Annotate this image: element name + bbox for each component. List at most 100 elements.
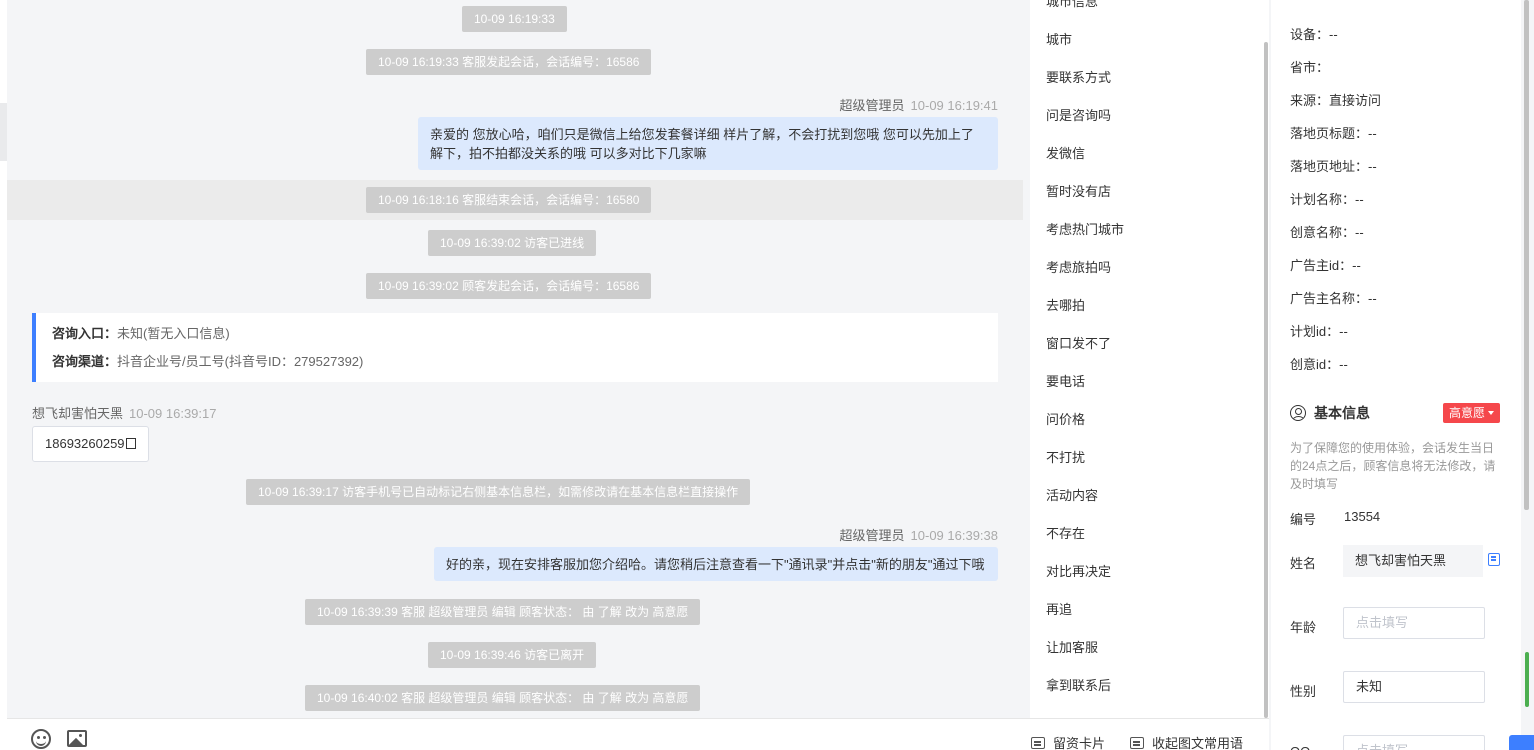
age-input[interactable]: 点击填写 <box>1343 607 1485 639</box>
advertiser-name-info: 广告主名称：-- <box>1290 291 1377 306</box>
phrase-item[interactable]: 窗口发不了 <box>1046 333 1111 352</box>
system-message: 10-09 16:39:02 访客已进线 <box>428 230 597 256</box>
message-time: 10-09 16:39:38 <box>910 528 998 543</box>
panel-scroll-indicator <box>1525 652 1529 707</box>
agent-message-bubble[interactable]: 好的亲，现在安排客服加您介绍哈。请您稍后注意查看一下"通讯录"并点击"新的朋友"… <box>434 547 998 581</box>
landing-url-info: 落地页地址：-- <box>1290 159 1377 174</box>
phrase-item[interactable]: 发微信 <box>1046 143 1085 162</box>
list-icon <box>1130 737 1144 749</box>
device-info: 设备：-- <box>1290 27 1338 42</box>
consult-entry-value: 未知(暂无入口信息) <box>117 326 230 341</box>
phone-number-message[interactable]: 18693260259 <box>32 426 149 462</box>
phrase-item[interactable]: 去哪拍 <box>1046 295 1085 314</box>
age-label: 年龄 <box>1290 620 1317 635</box>
creative-id-info: 创意id：-- <box>1290 357 1348 372</box>
system-message: 10-09 16:39:17 访客手机号已自动标记右侧基本信息栏，如需修改请在基… <box>246 479 751 505</box>
floating-action-button[interactable] <box>1509 735 1534 750</box>
province-info: 省市： <box>1290 60 1330 75</box>
system-timestamp: 10-09 16:19:33 <box>462 6 567 32</box>
system-message: 10-09 16:39:02 顾客发起会话，会话编号：16586 <box>366 273 652 299</box>
basic-info-title: 基本信息 <box>1290 403 1370 423</box>
plan-id-info: 计划id：-- <box>1290 324 1348 339</box>
phrase-item[interactable]: 要联系方式 <box>1046 67 1111 86</box>
creative-name-info: 创意名称：-- <box>1290 225 1364 240</box>
copy-icon[interactable] <box>1488 553 1500 566</box>
system-message: 10-09 16:39:39 客服 超级管理员 编辑 顾客状态： 由 了解 改为… <box>305 599 701 625</box>
chat-workspace: 10-09 16:19:33 10-09 16:19:33 客服发起会话，会话编… <box>0 0 1534 750</box>
landing-title-info: 落地页标题：-- <box>1290 126 1377 141</box>
source-info: 来源：直接访问 <box>1290 93 1382 108</box>
consult-entry-line: 咨询入口：未知(暂无入口信息) <box>52 323 982 351</box>
quick-phrase-list: 城市信息 城市 要联系方式 问是咨询吗 发微信 暂时没有店 考虑热门城市 考虑旅… <box>1030 0 1269 718</box>
phrase-item[interactable]: 不存在 <box>1046 523 1085 542</box>
chat-message-area[interactable]: 10-09 16:19:33 10-09 16:19:33 客服发起会话，会话编… <box>7 0 1023 718</box>
message-line: 解下，拍不拍都没关系的哦 可以多对比下几家嘛 <box>430 146 707 161</box>
phone-number: 18693260259 <box>45 436 125 451</box>
lead-card-button[interactable]: 留资卡片 <box>1031 733 1105 750</box>
message-line: 亲爱的 您放心哈，咱们只是微信上给您发套餐详细 样片了解，不会打扰到您哦 您可以… <box>430 127 974 142</box>
id-label: 编号 <box>1290 512 1317 527</box>
phrase-item[interactable]: 城市 <box>1046 29 1072 48</box>
visitor-time: 10-09 16:39:17 <box>129 406 217 421</box>
phrase-scrollbar[interactable] <box>1264 42 1268 718</box>
phrase-item[interactable]: 对比再决定 <box>1046 561 1111 580</box>
left-edge-marker <box>0 103 7 161</box>
plan-name-info: 计划名称：-- <box>1290 192 1364 207</box>
consult-channel-line: 咨询渠道：抖音企业号/员工号(抖音号ID：279527392) <box>52 351 982 379</box>
system-message: 10-09 16:18:16 客服结束会话，会话编号：16580 <box>366 187 652 213</box>
system-message: 10-09 16:19:33 客服发起会话，会话编号：16586 <box>366 49 652 75</box>
phrase-item[interactable]: 城市信息 <box>1046 0 1098 10</box>
sender-name: 超级管理员 <box>839 528 905 543</box>
message-sender: 超级管理员 10-09 16:19:41 <box>840 95 998 114</box>
emoji-icon[interactable] <box>31 729 51 749</box>
consult-entry-label: 咨询入口： <box>52 326 118 341</box>
card-icon <box>1031 737 1045 749</box>
phrase-item[interactable]: 暂时没有店 <box>1046 181 1111 200</box>
consult-channel-label: 咨询渠道： <box>52 354 118 369</box>
phrase-item[interactable]: 问价格 <box>1046 409 1085 428</box>
name-field[interactable]: 想飞却害怕天黑 <box>1343 545 1483 577</box>
message-sender: 超级管理员 10-09 16:39:38 <box>840 525 998 544</box>
visitor-name: 想飞却害怕天黑 <box>32 406 124 421</box>
consult-channel-value: 抖音企业号/员工号(抖音号ID：279527392) <box>117 354 364 369</box>
phrase-item[interactable]: 考虑旅拍吗 <box>1046 257 1111 276</box>
sender-name: 超级管理员 <box>839 98 905 113</box>
agent-message-bubble[interactable]: 亲爱的 您放心哈，咱们只是微信上给您发套餐详细 样片了解，不会打扰到您哦 您可以… <box>418 117 998 170</box>
collapse-phrases-label: 收起图文常用语 <box>1152 736 1244 750</box>
name-label: 姓名 <box>1290 556 1317 571</box>
phrase-item[interactable]: 问是咨询吗 <box>1046 105 1111 124</box>
phrase-item[interactable]: 考虑热门城市 <box>1046 219 1124 238</box>
collapse-phrases-button[interactable]: 收起图文常用语 <box>1130 733 1243 750</box>
visitor-sender: 想飞却害怕天黑 10-09 16:39:17 <box>32 403 216 422</box>
basic-info-title-text: 基本信息 <box>1314 405 1370 421</box>
intent-status-label: 高意愿 <box>1449 406 1486 420</box>
gender-label: 性别 <box>1290 684 1317 699</box>
phrase-item[interactable]: 活动内容 <box>1046 485 1098 504</box>
qq-label: QQ <box>1290 744 1310 750</box>
image-icon[interactable] <box>67 730 87 747</box>
system-message: 10-09 16:39:46 访客已离开 <box>428 642 597 668</box>
phrase-item[interactable]: 要电话 <box>1046 371 1085 390</box>
lead-card-label: 留资卡片 <box>1053 736 1106 750</box>
gender-select[interactable]: 未知 <box>1343 671 1485 703</box>
qq-input[interactable]: 点击填写 <box>1343 735 1485 750</box>
user-icon <box>1290 405 1306 421</box>
caret-down-icon <box>1488 411 1495 415</box>
panel-scrollbar[interactable] <box>1524 0 1529 510</box>
system-message: 10-09 16:40:02 客服 超级管理员 编辑 顾客状态： 由 了解 改为… <box>305 685 701 711</box>
advertiser-id-info: 广告主id：-- <box>1290 258 1361 273</box>
phrase-item[interactable]: 不打扰 <box>1046 447 1085 466</box>
phrase-item[interactable]: 让加客服 <box>1046 637 1098 656</box>
phrase-item[interactable]: 再追 <box>1046 599 1072 618</box>
id-value: 13554 <box>1344 509 1381 524</box>
edit-notice: 为了保障您的使用体验，会话发生当日的24点之后，顾客信息将无法修改，请及时填写 <box>1290 441 1496 491</box>
copy-icon[interactable] <box>125 438 136 449</box>
input-toolbar: 留资卡片 收起图文常用语 <box>7 718 1269 750</box>
customer-info-panel: 设备：-- 省市： 来源：直接访问 落地页标题：-- 落地页地址：-- 计划名称… <box>1271 0 1521 750</box>
phrase-item[interactable]: 拿到联系后 <box>1046 675 1111 694</box>
consult-info-card: 咨询入口：未知(暂无入口信息) 咨询渠道：抖音企业号/员工号(抖音号ID：279… <box>32 313 998 382</box>
message-line: 好的亲，现在安排客服加您介绍哈。请您稍后注意查看一下"通讯录"并点击"新的朋友"… <box>446 557 985 572</box>
intent-status-dropdown[interactable]: 高意愿 <box>1443 403 1501 423</box>
left-edge-strip <box>0 0 7 750</box>
message-time: 10-09 16:19:41 <box>910 98 998 113</box>
